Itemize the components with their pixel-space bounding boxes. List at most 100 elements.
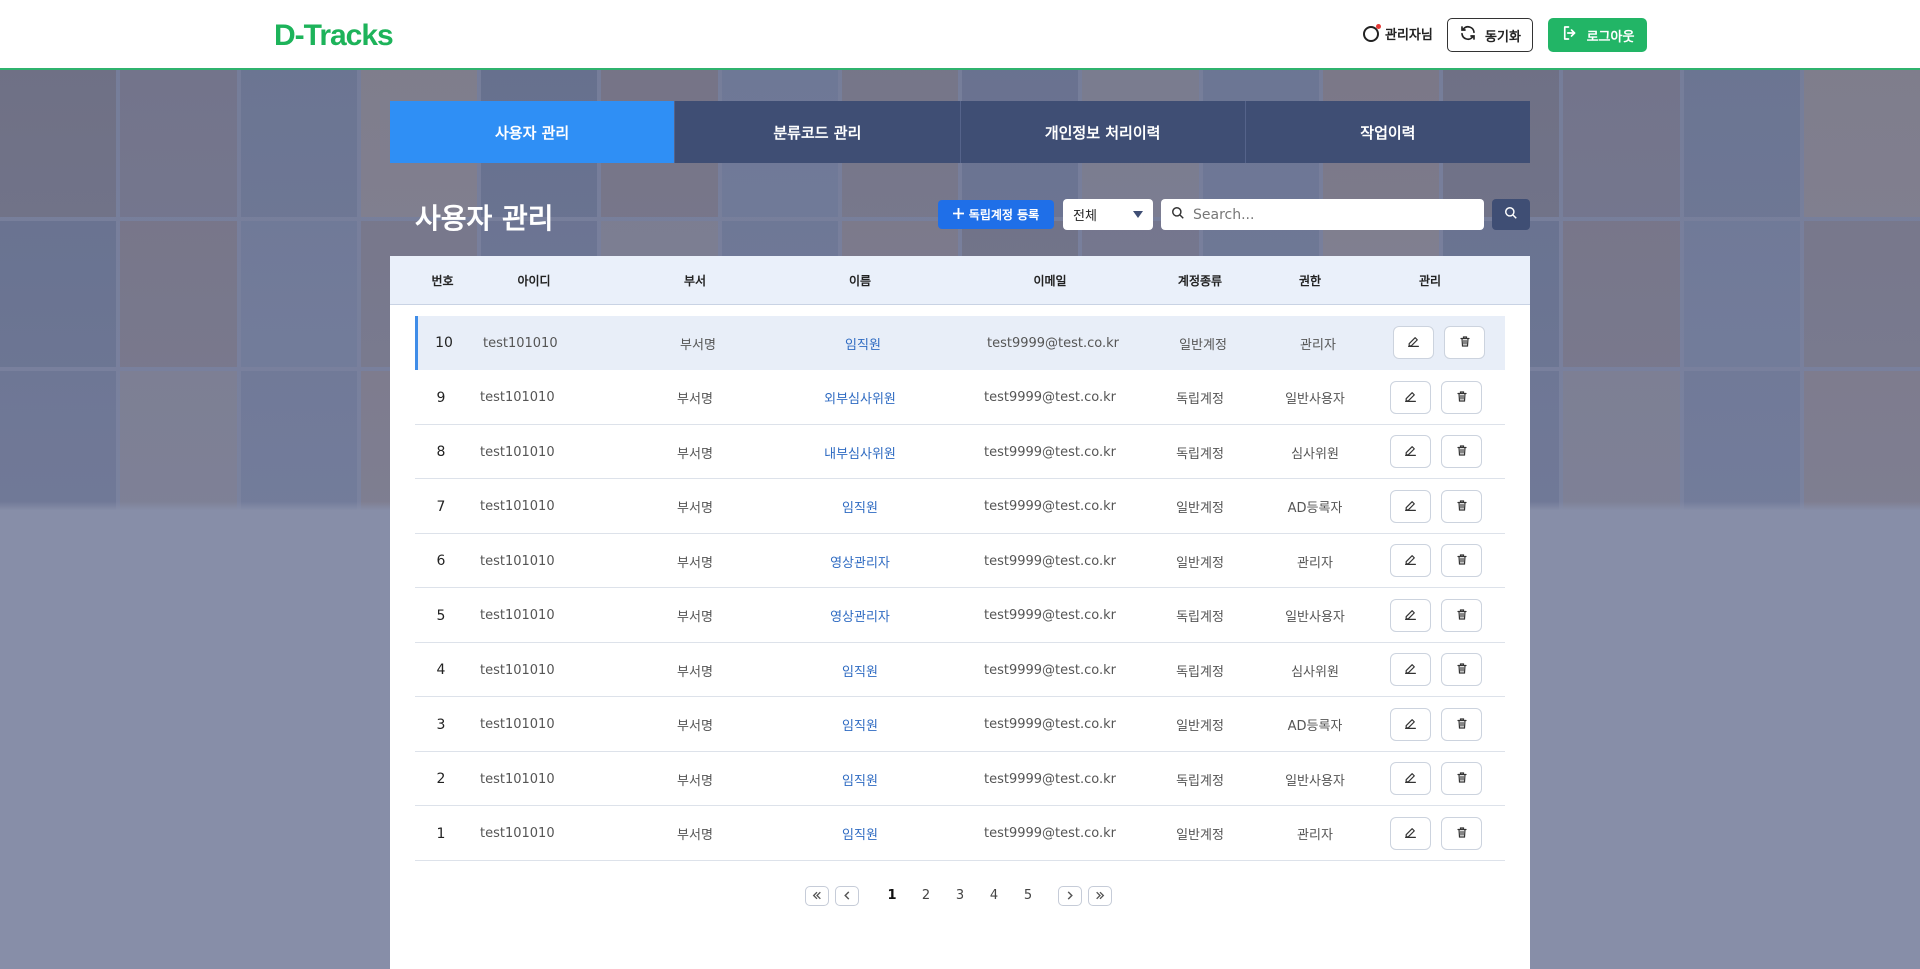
delete-button[interactable] bbox=[1441, 435, 1482, 468]
table-row[interactable]: 4 test101010 부서명 임직원 test9999@test.co.kr 독립계정… bbox=[415, 643, 1505, 697]
page-title: 사용자 관리 bbox=[415, 202, 554, 235]
search-button[interactable] bbox=[1492, 199, 1530, 230]
next-page-button[interactable] bbox=[1058, 886, 1082, 906]
table-row[interactable]: 10 test101010 부서명 임직원 test9999@test.co.kr 일반계… bbox=[415, 316, 1505, 370]
delete-button[interactable] bbox=[1441, 653, 1482, 686]
column-header-number: 번호 bbox=[431, 274, 454, 288]
search-input[interactable] bbox=[1193, 206, 1463, 223]
last-page-button[interactable] bbox=[1088, 886, 1112, 906]
row-name-link[interactable]: 임직원 bbox=[800, 807, 920, 861]
edit-button[interactable] bbox=[1393, 326, 1434, 359]
tab-user-management[interactable]: 사용자 관리 bbox=[390, 101, 676, 163]
sync-button[interactable]: 동기화 bbox=[1447, 18, 1533, 52]
row-role: 일반사용자 bbox=[1285, 610, 1345, 625]
edit-button[interactable] bbox=[1390, 598, 1431, 632]
tab-classification-code[interactable]: 분류코드 관리 bbox=[675, 101, 961, 163]
row-name-link[interactable]: 임직원 bbox=[800, 752, 920, 806]
row-department: 부서명 bbox=[677, 664, 713, 680]
edit-button[interactable] bbox=[1390, 544, 1431, 577]
table-row[interactable]: 9 test101010 부서명 외부심사위원 test9999@test.co.kr 독… bbox=[415, 371, 1505, 425]
row-name-link[interactable]: 임직원 bbox=[800, 698, 920, 752]
pencil-icon bbox=[1404, 824, 1417, 843]
logo-text: D-Tracks bbox=[274, 19, 394, 52]
column-header-department: 부서 bbox=[683, 274, 707, 288]
page-number-2[interactable]: 2 bbox=[919, 888, 933, 903]
edit-button[interactable] bbox=[1390, 489, 1431, 523]
edit-button[interactable] bbox=[1390, 816, 1431, 850]
prev-page-button[interactable] bbox=[835, 886, 859, 906]
delete-button[interactable] bbox=[1441, 707, 1482, 741]
register-label: 독립계정 등록 bbox=[968, 208, 1040, 222]
row-department: 부서명 bbox=[677, 773, 713, 789]
delete-button[interactable] bbox=[1441, 380, 1482, 414]
pencil-icon bbox=[1404, 442, 1417, 461]
table-row[interactable]: 3 test101010 부서명 임직원 test9999@test.co.kr 일반계정… bbox=[415, 698, 1505, 752]
trash-icon bbox=[1456, 551, 1468, 570]
logout-label: 로그아웃 bbox=[1586, 29, 1635, 45]
filter-select[interactable]: 전체 bbox=[1063, 199, 1153, 230]
row-department: 부서명 bbox=[680, 337, 716, 353]
row-name-link[interactable]: 영상관리자 bbox=[800, 534, 920, 588]
edit-button[interactable] bbox=[1390, 435, 1431, 468]
user-table-panel: 번호 아이디 부서 이름 이메일 계정종류 권한 관리 10 test101010… bbox=[390, 256, 1530, 969]
logout-button[interactable]: 로그아웃 bbox=[1548, 18, 1647, 52]
tab-work-history[interactable]: 작업이력 bbox=[1245, 101, 1530, 163]
column-header-account-type: 계정종류 bbox=[1177, 274, 1223, 288]
row-department: 부서명 bbox=[677, 719, 713, 734]
user-avatar-icon bbox=[1363, 23, 1381, 42]
row-name-link[interactable]: 영상관리자 bbox=[800, 589, 920, 643]
edit-button[interactable] bbox=[1390, 380, 1431, 414]
delete-button[interactable] bbox=[1441, 816, 1482, 850]
search-field-icon bbox=[1171, 205, 1185, 224]
row-name-link[interactable]: 내부심사위원 bbox=[800, 425, 920, 479]
delete-button[interactable] bbox=[1441, 489, 1482, 523]
sync-icon bbox=[1459, 24, 1477, 46]
row-account-type: 일반계정 bbox=[1176, 501, 1224, 516]
row-name-link[interactable]: 임직원 bbox=[800, 480, 920, 534]
row-account-type: 독립계정 bbox=[1176, 610, 1224, 625]
row-user-id: test101010 bbox=[480, 390, 555, 405]
main-tabs: 사용자 관리 분류코드 관리 개인정보 처리이력 작업이력 bbox=[390, 101, 1530, 163]
sync-label: 동기화 bbox=[1485, 29, 1521, 45]
row-name-link[interactable]: 외부심사위원 bbox=[800, 371, 920, 425]
delete-button[interactable] bbox=[1441, 598, 1482, 632]
row-email: test9999@test.co.kr bbox=[983, 662, 1117, 678]
edit-button[interactable] bbox=[1390, 707, 1431, 741]
row-name-link[interactable]: 임직원 bbox=[803, 316, 923, 370]
table-row[interactable]: 1 test101010 부서명 임직원 test9999@test.co.kr 일반계정… bbox=[415, 807, 1505, 861]
first-page-button[interactable] bbox=[805, 886, 829, 906]
register-account-button[interactable]: 독립계정 등록 bbox=[938, 200, 1054, 229]
page-number-4[interactable]: 4 bbox=[987, 888, 1001, 903]
column-header-manage: 관리 bbox=[1418, 274, 1442, 288]
row-role: 관리자 bbox=[1297, 555, 1333, 571]
row-number: 7 bbox=[436, 498, 446, 515]
trash-icon bbox=[1459, 333, 1471, 352]
delete-button[interactable] bbox=[1441, 762, 1482, 795]
table-row[interactable]: 6 test101010 부서명 영상관리자 test9999@test.co.kr 일반… bbox=[415, 534, 1505, 588]
delete-button[interactable] bbox=[1444, 326, 1485, 359]
page-number-1[interactable]: 1 bbox=[885, 888, 899, 903]
tab-privacy-history[interactable]: 개인정보 처리이력 bbox=[960, 101, 1246, 163]
pencil-icon bbox=[1404, 769, 1417, 788]
edit-button[interactable] bbox=[1390, 653, 1431, 686]
table-row[interactable]: 8 test101010 부서명 내부심사위원 test9999@test.co.kr 독… bbox=[415, 425, 1505, 479]
table-row[interactable]: 5 test101010 부서명 영상관리자 test9999@test.co.kr 독립… bbox=[415, 589, 1505, 643]
page-number-3[interactable]: 3 bbox=[953, 888, 967, 903]
table-row[interactable]: 2 test101010 부서명 임직원 test9999@test.co.kr 독립계정… bbox=[415, 752, 1505, 806]
logo[interactable]: D-Tracks bbox=[274, 19, 394, 53]
table-row[interactable]: 7 test101010 부서명 임직원 test9999@test.co.kr 일반계정… bbox=[415, 480, 1505, 534]
delete-button[interactable] bbox=[1441, 544, 1482, 577]
column-header-id: 아이디 bbox=[517, 274, 551, 288]
row-number: 4 bbox=[436, 662, 446, 678]
row-user-id: test101010 bbox=[480, 717, 555, 732]
table-header: 번호 아이디 부서 이름 이메일 계정종류 권한 관리 bbox=[390, 256, 1530, 305]
page-number-5[interactable]: 5 bbox=[1021, 888, 1035, 903]
trash-icon bbox=[1456, 715, 1468, 734]
row-role: 심사위원 bbox=[1291, 446, 1339, 462]
pencil-icon bbox=[1404, 551, 1417, 570]
row-name-link[interactable]: 임직원 bbox=[800, 643, 920, 697]
row-department: 부서명 bbox=[677, 828, 713, 843]
row-user-id: test101010 bbox=[483, 335, 558, 351]
row-email: test9999@test.co.kr bbox=[986, 335, 1120, 351]
edit-button[interactable] bbox=[1390, 762, 1431, 795]
